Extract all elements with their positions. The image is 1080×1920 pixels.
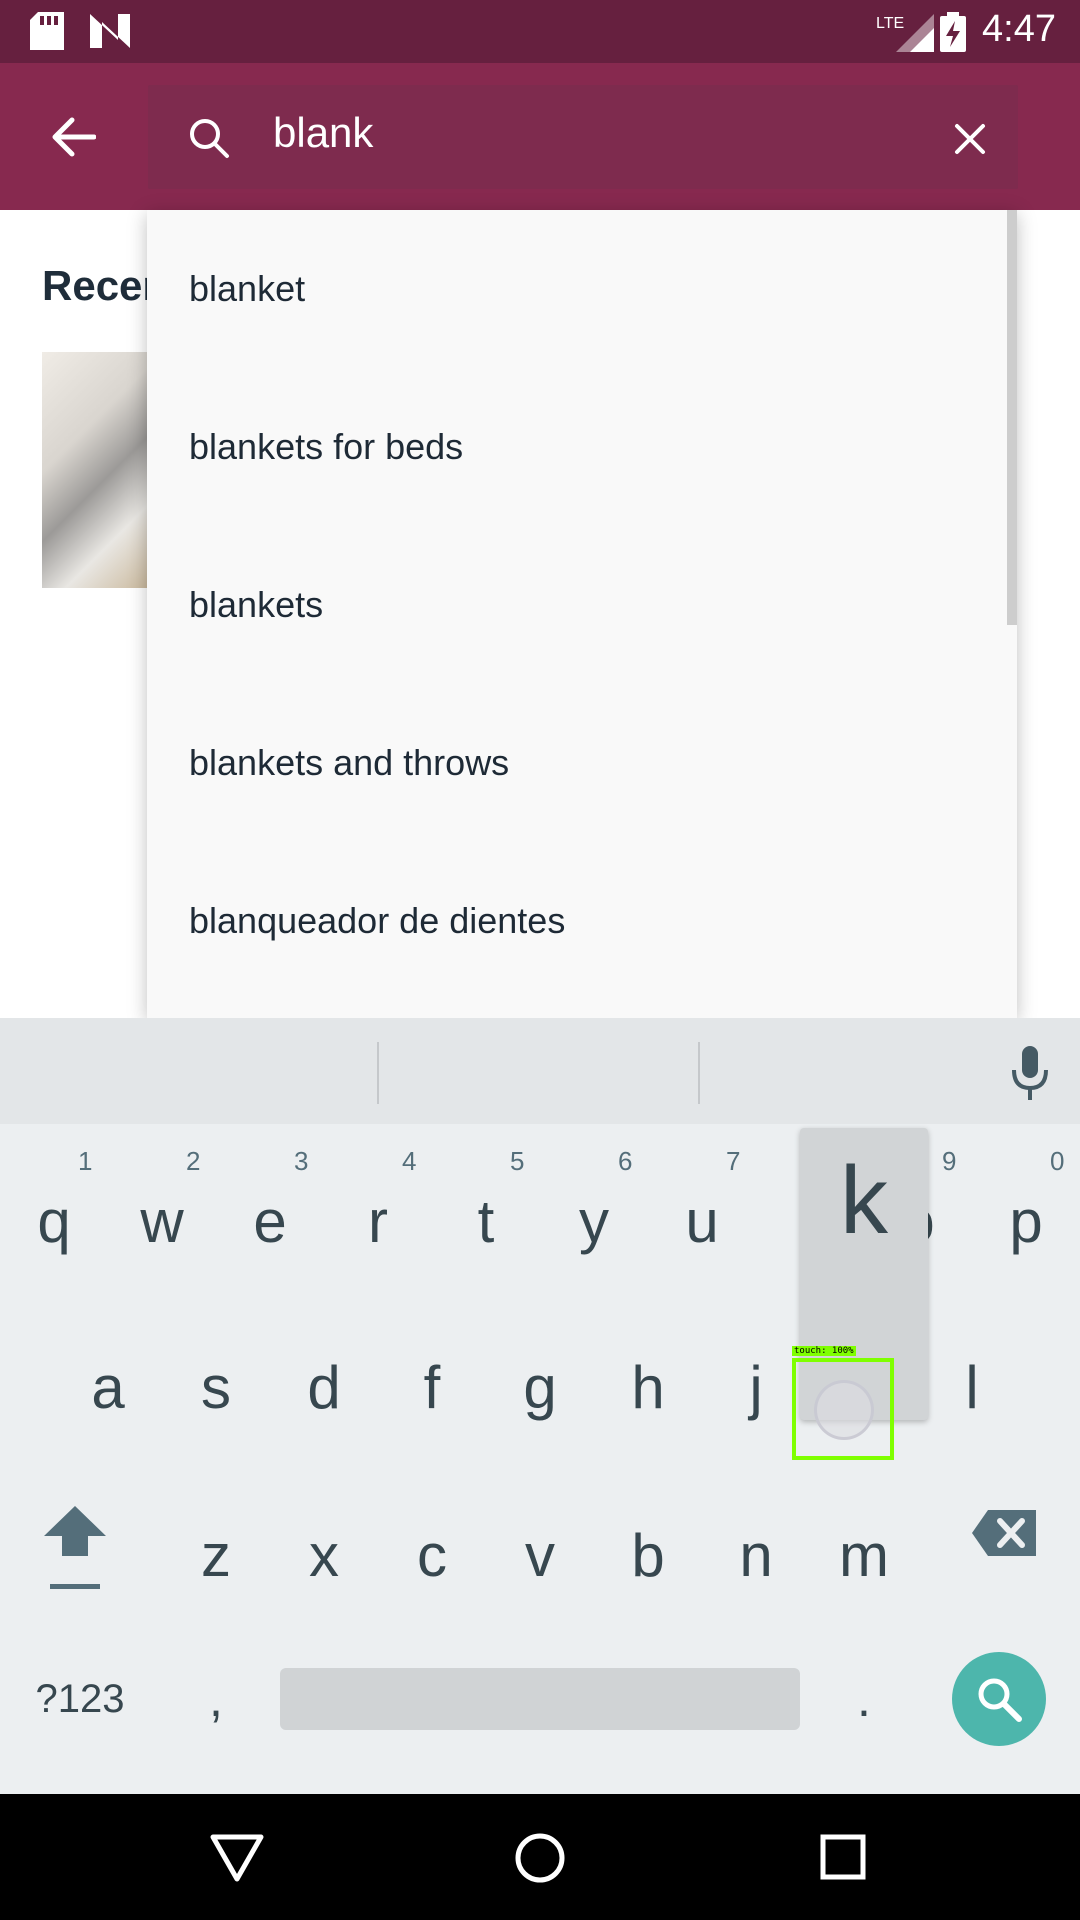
network-label: LTE (876, 15, 904, 32)
key-f[interactable]: f (378, 1322, 486, 1452)
sd-card-icon (30, 12, 64, 50)
key-x[interactable]: x (270, 1490, 378, 1620)
app-bar: blank (0, 63, 1080, 210)
keyboard: q w e r t y u i o p 1 2 3 4 5 6 7 8 9 0 … (0, 1018, 1080, 1794)
keyboard-suggestion-strip (0, 1018, 1080, 1124)
key-hint: 3 (294, 1146, 309, 1176)
recent-item-thumbnail[interactable] (42, 352, 152, 588)
nav-home-icon[interactable] (514, 1832, 566, 1884)
key-c[interactable]: c (378, 1490, 486, 1620)
key-m[interactable]: m (810, 1490, 918, 1620)
key-d[interactable]: d (270, 1322, 378, 1452)
suggestion-item[interactable]: blanket (147, 210, 1017, 368)
key-hint: 4 (402, 1146, 417, 1176)
key-s[interactable]: s (162, 1322, 270, 1452)
microphone-icon[interactable] (1010, 1046, 1050, 1102)
scrollbar[interactable] (1007, 210, 1017, 625)
search-icon (978, 1678, 1022, 1722)
key-b[interactable]: b (594, 1490, 702, 1620)
navigation-bar (0, 1794, 1080, 1920)
period-key[interactable]: . (810, 1634, 918, 1764)
key-hint: 5 (510, 1146, 525, 1176)
key-z[interactable]: z (162, 1490, 270, 1620)
touch-point (814, 1380, 874, 1440)
key-a[interactable]: a (54, 1322, 162, 1452)
suggestion-item[interactable]: blankets (147, 526, 1017, 684)
suggestion-item[interactable]: blanqueador de dientes (147, 842, 1017, 1000)
key-h[interactable]: h (594, 1322, 702, 1452)
key-v[interactable]: v (486, 1490, 594, 1620)
backspace-icon[interactable] (972, 1510, 1036, 1556)
n-app-icon (90, 14, 130, 48)
battery-charging-icon (940, 12, 966, 52)
suggestion-item[interactable]: blankets and throws (147, 684, 1017, 842)
key-hint: 6 (618, 1146, 633, 1176)
search-input[interactable]: blank (273, 109, 373, 157)
strip-divider (377, 1042, 379, 1104)
space-bar[interactable] (280, 1668, 800, 1730)
key-g[interactable]: g (486, 1322, 594, 1452)
key-hint: 0 (1050, 1146, 1065, 1176)
key-hint: 2 (186, 1146, 201, 1176)
key-l[interactable]: l (918, 1322, 1026, 1452)
close-icon[interactable] (954, 123, 986, 155)
key-hint: 9 (942, 1146, 957, 1176)
keyboard-search-button[interactable] (952, 1652, 1046, 1746)
status-time: 4:47 (982, 8, 1056, 50)
shift-icon[interactable] (42, 1506, 108, 1592)
touch-indicator-label: touch: 100% (792, 1346, 856, 1356)
search-field[interactable]: blank (148, 85, 1018, 189)
back-arrow-icon[interactable] (50, 114, 96, 160)
symbols-key[interactable]: ?123 (20, 1634, 140, 1764)
key-n[interactable]: n (702, 1490, 810, 1620)
search-icon (190, 119, 229, 158)
comma-key[interactable]: , (162, 1634, 270, 1764)
nav-recents-icon[interactable] (820, 1834, 866, 1880)
status-bar: LTE 4:47 (0, 0, 1080, 63)
strip-divider (698, 1042, 700, 1104)
suggestion-item[interactable]: blankets for beds (147, 368, 1017, 526)
lte-signal-icon: LTE (876, 14, 934, 52)
key-hint: 7 (726, 1146, 741, 1176)
key-hint: 1 (78, 1146, 93, 1176)
suggestions-dropdown: blanket blankets for beds blankets blank… (147, 210, 1017, 1018)
nav-back-icon[interactable] (210, 1834, 264, 1882)
